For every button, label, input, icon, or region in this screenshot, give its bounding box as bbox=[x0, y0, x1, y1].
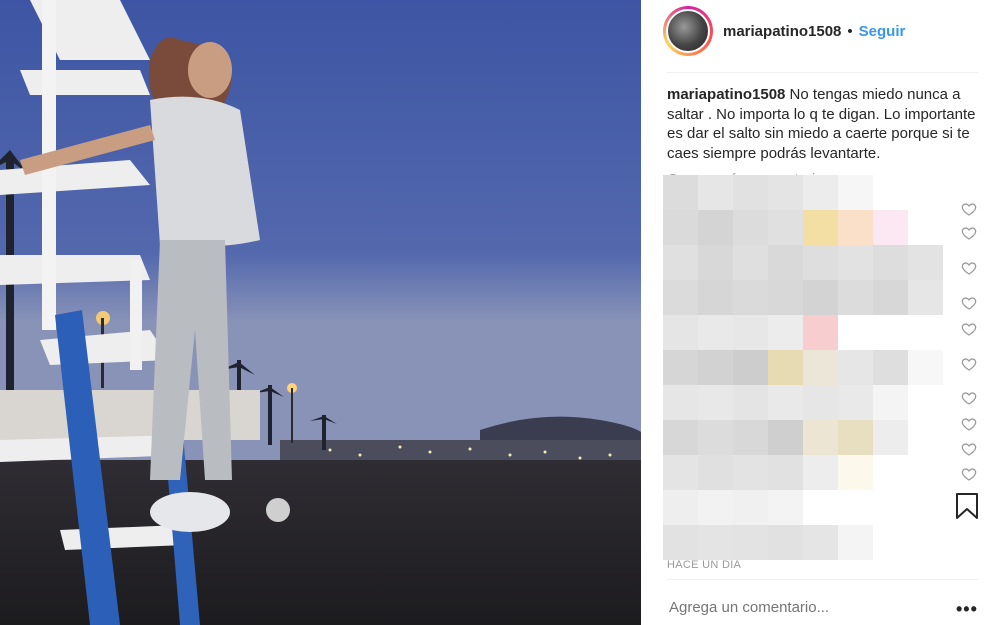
heart-icon[interactable] bbox=[961, 441, 977, 457]
beach-lifeguard-scene bbox=[0, 0, 641, 625]
avatar[interactable] bbox=[666, 9, 710, 53]
heart-icon[interactable] bbox=[961, 321, 977, 337]
heart-icon[interactable] bbox=[961, 225, 977, 241]
heart-icon[interactable] bbox=[961, 295, 977, 311]
caption-username[interactable]: mariapatino1508 bbox=[667, 86, 785, 103]
story-ring[interactable] bbox=[663, 6, 713, 56]
bookmark-icon[interactable] bbox=[954, 492, 980, 520]
heart-icon[interactable] bbox=[961, 260, 977, 276]
comment-input[interactable] bbox=[669, 599, 929, 616]
post-side-panel: mariapatino1508 • Seguir mariapatino1508… bbox=[641, 0, 1000, 625]
header-divider bbox=[667, 72, 978, 73]
separator-dot: • bbox=[847, 22, 853, 40]
follow-button[interactable]: Seguir bbox=[859, 23, 906, 40]
heart-icon[interactable] bbox=[961, 390, 977, 406]
post-photo bbox=[0, 0, 641, 625]
heart-icon[interactable] bbox=[961, 356, 977, 372]
post-date[interactable]: HACE UN DIA bbox=[667, 559, 741, 571]
heart-icon[interactable] bbox=[961, 416, 977, 432]
comment-divider bbox=[667, 579, 978, 580]
heart-icon[interactable] bbox=[961, 201, 977, 217]
more-options-icon[interactable]: ••• bbox=[956, 599, 978, 620]
post-caption: mariapatino1508 No tengas miedo nunca a … bbox=[667, 85, 979, 163]
header-username[interactable]: mariapatino1508 bbox=[723, 23, 841, 40]
heart-icon[interactable] bbox=[961, 466, 977, 482]
post-header: mariapatino1508 • Seguir bbox=[663, 6, 978, 56]
blurred-comments bbox=[663, 175, 943, 560]
